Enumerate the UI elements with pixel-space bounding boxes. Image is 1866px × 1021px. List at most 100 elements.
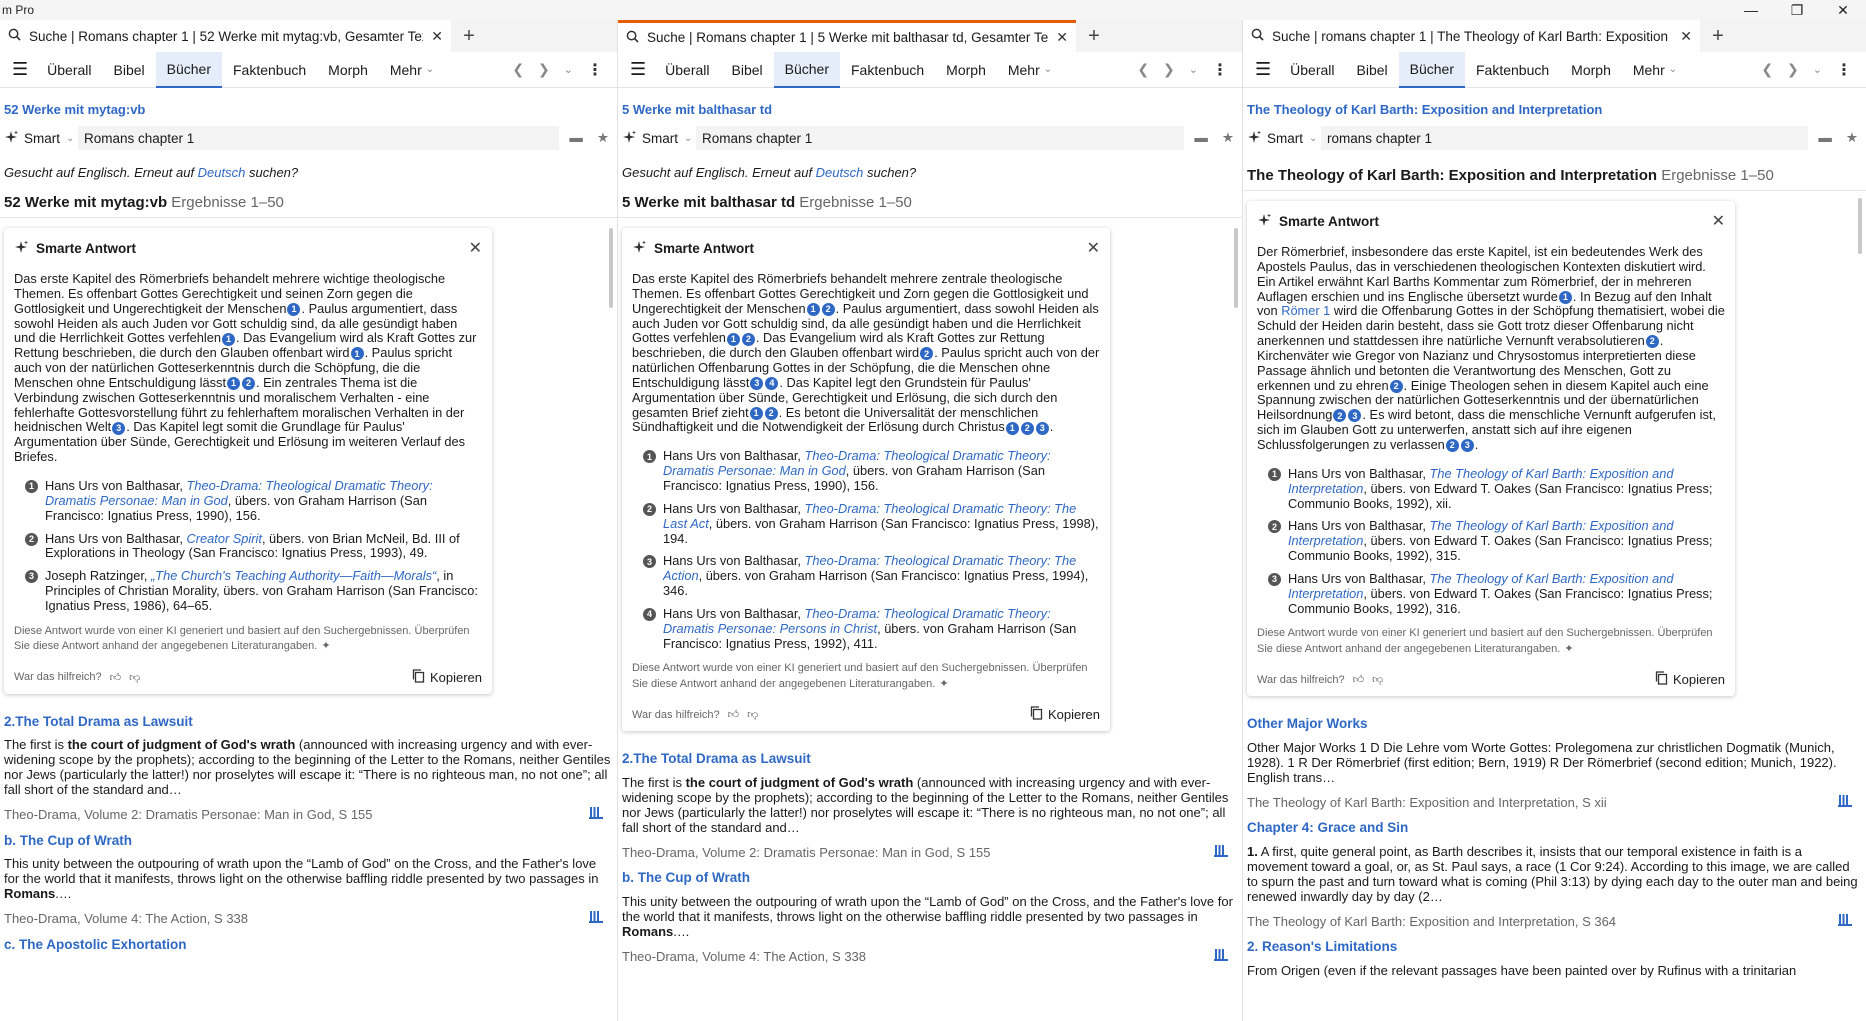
nav-tab-2[interactable]: Bücher (773, 51, 840, 88)
forward-icon[interactable]: ❯ (538, 61, 550, 78)
bible-reference-link[interactable]: Römer 1 (1281, 303, 1330, 318)
library-icon[interactable] (1838, 794, 1862, 810)
hamburger-menu-icon[interactable]: ☰ (4, 52, 36, 88)
nav-tab-0[interactable]: Überall (36, 52, 102, 88)
citation-marker[interactable]: 3 (112, 421, 126, 435)
star-icon[interactable]: ★ (597, 130, 609, 146)
german-search-link[interactable]: Deutsch (816, 165, 864, 180)
scrollbar[interactable] (1234, 228, 1238, 308)
scope-link[interactable]: The Theology of Karl Barth: Exposition a… (1243, 88, 1866, 123)
citation-marker[interactable]: 1 (749, 406, 763, 420)
new-tab-icon[interactable]: + (451, 20, 487, 52)
thumbs-up-icon[interactable]: 👍︎ (728, 708, 740, 721)
citation-marker[interactable]: 3 (750, 377, 764, 391)
scope-link[interactable]: 5 Werke mit balthasar td (618, 88, 1242, 123)
citation-marker[interactable]: 3 (1348, 409, 1362, 423)
citation-title-link[interactable]: „The Church's Teaching Authority—Faith—M… (151, 568, 436, 583)
back-icon[interactable]: ❮ (1137, 61, 1149, 78)
history-chevron-icon[interactable]: ⌄ (1813, 63, 1822, 76)
close-icon[interactable]: ✕ (469, 238, 482, 258)
forward-icon[interactable]: ❯ (1787, 61, 1799, 78)
keyboard-icon[interactable]: ▬ (1818, 130, 1832, 146)
star-icon[interactable]: ★ (1222, 130, 1234, 146)
citation-marker[interactable]: 1 (1005, 421, 1019, 435)
nav-tab-1[interactable]: Bibel (1346, 52, 1399, 88)
library-icon[interactable] (1214, 844, 1238, 860)
copy-button[interactable]: Kopieren (412, 668, 482, 686)
new-tab-icon[interactable]: + (1700, 20, 1736, 52)
more-options-icon[interactable]: ⋮ (1836, 60, 1852, 80)
keyboard-icon[interactable]: ▬ (569, 130, 583, 146)
search-input[interactable]: Romans chapter 1 (78, 126, 560, 150)
library-icon[interactable] (1838, 913, 1862, 929)
back-icon[interactable]: ❮ (1761, 61, 1773, 78)
citation-marker[interactable]: 2 (1389, 379, 1403, 393)
close-tab-icon[interactable]: ✕ (431, 28, 443, 45)
citation-marker[interactable]: 2 (242, 377, 255, 391)
library-icon[interactable] (589, 910, 613, 926)
result-title-link[interactable]: b. The Cup of Wrath (622, 870, 1238, 886)
nav-tab-2[interactable]: Bücher (155, 51, 222, 88)
source-text[interactable]: The Theology of Karl Barth: Exposition a… (1247, 914, 1616, 929)
citation-marker[interactable]: 4 (765, 377, 779, 391)
copy-button[interactable]: Kopieren (1030, 706, 1100, 723)
more-options-icon[interactable]: ⋮ (1212, 60, 1228, 80)
nav-tab-2[interactable]: Bücher (1398, 51, 1465, 88)
result-title-link[interactable]: b. The Cup of Wrath (4, 833, 613, 849)
library-icon[interactable] (1214, 948, 1238, 964)
close-tab-icon[interactable]: ✕ (1680, 28, 1692, 45)
thumbs-up-icon[interactable]: 👍︎ (110, 671, 122, 684)
result-title-link[interactable]: 2.The Total Drama as Lawsuit (4, 714, 613, 730)
citation-marker[interactable]: 1 (726, 332, 740, 346)
library-icon[interactable] (589, 806, 613, 822)
citation-marker[interactable]: 2 (920, 347, 934, 361)
result-title-link[interactable]: 2. Reason's Limitations (1247, 939, 1862, 955)
citation-marker[interactable]: 1 (287, 302, 301, 316)
result-title-link[interactable]: 2.The Total Drama as Lawsuit (622, 751, 1238, 767)
citation-marker[interactable]: 1 (1558, 290, 1572, 304)
citation-marker[interactable]: 2 (764, 406, 778, 420)
nav-tab-1[interactable]: Bibel (103, 52, 156, 88)
thumbs-down-icon[interactable]: 👎︎ (1372, 673, 1383, 686)
citation-marker[interactable]: 2 (741, 332, 755, 346)
nav-tab-3[interactable]: Faktenbuch (222, 52, 317, 88)
smart-mode-dropdown[interactable]: Smart ⌄ (1247, 130, 1317, 147)
keyboard-icon[interactable]: ▬ (1194, 130, 1208, 146)
result-title-link[interactable]: c. The Apostolic Exhortation (4, 937, 613, 953)
citation-marker[interactable]: 3 (1460, 439, 1474, 453)
citation-marker[interactable]: 1 (806, 302, 820, 316)
thumbs-up-icon[interactable]: 👍︎ (1353, 673, 1365, 686)
citation-marker[interactable]: 2 (1645, 335, 1659, 349)
nav-tab-0[interactable]: Überall (1279, 52, 1345, 88)
search-tab[interactable]: Suche | Romans chapter 1 | 52 Werke mit … (0, 20, 451, 52)
citation-marker[interactable]: 2 (1445, 439, 1459, 453)
star-icon[interactable]: ★ (1846, 130, 1858, 146)
more-options-icon[interactable]: ⋮ (587, 60, 603, 80)
nav-tab-4[interactable]: Morph (1560, 52, 1622, 88)
nav-tab-3[interactable]: Faktenbuch (840, 52, 935, 88)
citation-marker[interactable]: 1 (350, 347, 364, 361)
citation-marker[interactable]: 1 (222, 332, 235, 346)
nav-tab-5[interactable]: Mehr ⌄ (379, 52, 445, 88)
source-text[interactable]: Theo-Drama, Volume 2: Dramatis Personae:… (622, 845, 991, 860)
history-chevron-icon[interactable]: ⌄ (564, 63, 573, 76)
hamburger-menu-icon[interactable]: ☰ (1247, 52, 1279, 88)
citation-marker[interactable]: 2 (1333, 409, 1347, 423)
scope-link[interactable]: 52 Werke mit mytag:vb (0, 88, 617, 123)
smart-mode-dropdown[interactable]: Smart ⌄ (4, 130, 74, 147)
close-window-icon[interactable]: ✕ (1820, 0, 1866, 20)
scrollbar[interactable] (1858, 198, 1862, 254)
close-tab-icon[interactable]: ✕ (1056, 29, 1068, 46)
citation-marker[interactable]: 2 (821, 302, 835, 316)
hamburger-menu-icon[interactable]: ☰ (622, 52, 654, 88)
new-tab-icon[interactable]: + (1076, 20, 1112, 52)
nav-tab-5[interactable]: Mehr ⌄ (1622, 52, 1688, 88)
search-input[interactable]: Romans chapter 1 (696, 126, 1185, 150)
maximize-icon[interactable]: ❐ (1774, 0, 1820, 20)
forward-icon[interactable]: ❯ (1163, 61, 1175, 78)
search-input[interactable]: romans chapter 1 (1321, 126, 1809, 150)
german-search-link[interactable]: Deutsch (198, 165, 246, 180)
source-text[interactable]: Theo-Drama, Volume 2: Dramatis Personae:… (4, 807, 373, 822)
scrollbar[interactable] (609, 228, 613, 308)
history-chevron-icon[interactable]: ⌄ (1189, 63, 1198, 76)
